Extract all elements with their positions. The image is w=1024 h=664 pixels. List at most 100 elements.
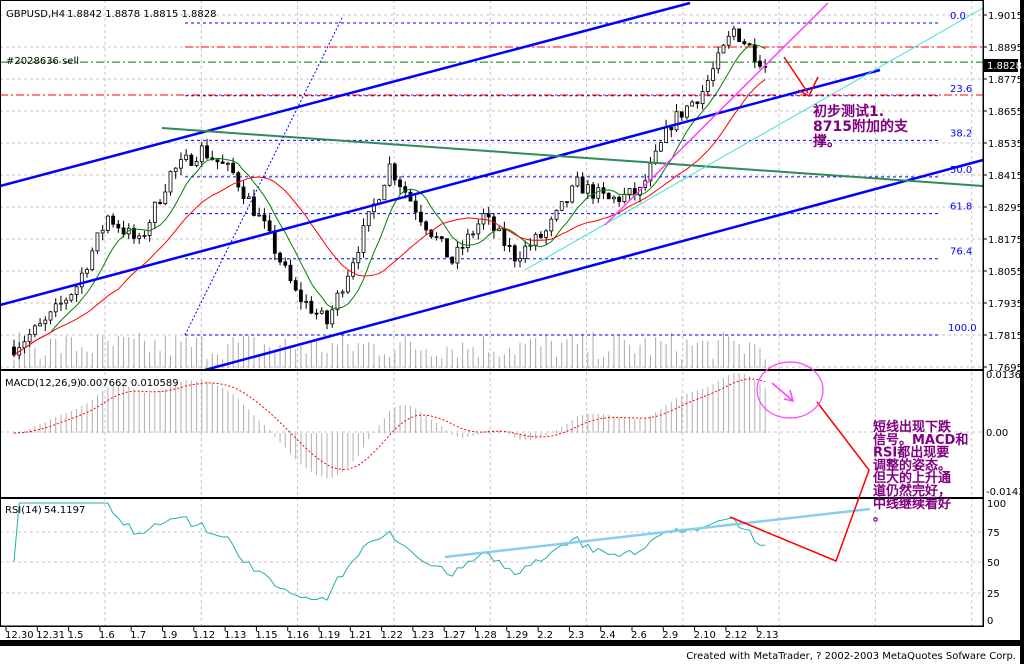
candle-body	[742, 41, 747, 45]
time-tick-label: 2.4	[600, 630, 616, 641]
candle-body	[418, 211, 423, 223]
candle-body	[262, 214, 267, 222]
candle-body	[179, 159, 183, 169]
candle-body	[121, 227, 126, 235]
candle-body	[319, 310, 324, 314]
candle-body	[236, 172, 241, 188]
candle-body	[596, 187, 601, 199]
candle-body	[685, 105, 689, 118]
candle-body	[241, 186, 246, 200]
time-tick-label: 1.29	[506, 630, 528, 641]
candle-body	[27, 333, 32, 343]
support-note-line: 8715附加的支	[813, 118, 909, 135]
time-tick-label: 1.19	[318, 630, 340, 641]
candle-body	[565, 201, 569, 203]
candle-body	[523, 245, 528, 260]
candle-body	[95, 232, 100, 252]
candle-body	[48, 311, 53, 321]
candle-body	[387, 163, 392, 186]
symbol-label: GBPUSD,H4	[6, 9, 65, 20]
candle-body	[700, 91, 705, 105]
fib-level-label: 100.0	[948, 323, 977, 334]
rsi-tick-label: 75	[987, 528, 1000, 539]
candle-body	[664, 126, 668, 143]
candle-body	[215, 159, 220, 163]
time-tick-label: 1.27	[443, 630, 465, 641]
candle-body	[732, 28, 736, 37]
time-tick-label: 1.23	[412, 630, 434, 641]
ohlc-values: 1.8842 1.8878 1.8815 1.8828	[67, 9, 217, 20]
fib-level-label: 0.0	[950, 11, 966, 22]
candle-body	[653, 150, 658, 164]
candle-body	[690, 101, 695, 107]
candle-body	[220, 161, 225, 164]
candle-body	[617, 196, 622, 203]
candle-body	[205, 145, 209, 159]
price-tick-label: 1.7815	[988, 331, 1023, 342]
candle-body	[752, 44, 757, 62]
price-tick-label: 1.9015	[988, 11, 1023, 22]
candle-body	[471, 233, 475, 236]
rsi-tick-label: 25	[987, 589, 1000, 600]
candle-body	[518, 258, 522, 262]
candle-body	[356, 252, 361, 264]
candle-body	[116, 223, 121, 229]
fib-level-label: 23.6	[950, 84, 972, 95]
candle-body	[74, 286, 79, 295]
candle-body	[152, 201, 157, 223]
candle-body	[314, 312, 319, 315]
time-tick-label: 1.16	[287, 630, 309, 641]
time-tick-label: 1.13	[224, 630, 246, 641]
time-tick-label: 1.15	[255, 630, 277, 641]
candle-body	[142, 235, 147, 237]
time-tick-label: 1.21	[349, 630, 371, 641]
candle-body	[194, 161, 199, 166]
price-tick-label: 1.8415	[988, 171, 1023, 182]
candle-body	[507, 245, 512, 247]
candle-body	[658, 142, 663, 152]
fib-level-label: 50.0	[950, 165, 972, 176]
time-tick-label: 2.10	[694, 630, 716, 641]
candle-body	[726, 35, 731, 46]
candle-body	[361, 225, 366, 253]
time-tick-label: 2.12	[725, 630, 747, 641]
candle-body	[304, 300, 309, 303]
candle-body	[246, 196, 251, 200]
candle-body	[455, 246, 460, 264]
candle-body	[22, 341, 27, 349]
rsi-tick-label: 50	[987, 558, 1000, 569]
price-tick-label: 1.8535	[988, 139, 1023, 150]
candle-body	[398, 179, 402, 188]
candle-body	[43, 319, 48, 325]
candle-body	[231, 162, 236, 174]
candle-body	[679, 111, 684, 118]
metatrader-chart[interactable]: 0.0 23.6 38.2 50.0 61.8 76.4 100.0 GBPUSD,H4 1…	[0, 0, 1024, 664]
fib-level-label: 38.2	[950, 128, 972, 139]
candle-body	[90, 250, 95, 271]
time-tick-label: 2.3	[568, 630, 584, 641]
candle-body	[460, 246, 465, 249]
candle-body	[288, 264, 293, 282]
candle-body	[340, 291, 345, 294]
candle-body	[137, 235, 142, 239]
candle-body	[100, 229, 105, 234]
candle-body	[272, 230, 277, 254]
candle-body	[382, 184, 387, 201]
candle-body	[267, 220, 272, 232]
candle-body	[413, 200, 418, 213]
macd-values: 0.007662 0.010589	[80, 378, 179, 389]
time-tick-label: 2.6	[631, 630, 647, 641]
candle-body	[758, 60, 762, 67]
support-note-line: 初步测试1.	[813, 103, 884, 120]
price-tick-label: 1.8895	[988, 43, 1023, 54]
rsi-label: RSI(14)	[5, 505, 42, 516]
order-label[interactable]: #2028636 sell	[6, 56, 79, 67]
macd-tick-label: -0.01433	[986, 487, 1024, 498]
candle-body	[225, 162, 230, 165]
candle-body	[283, 261, 288, 266]
candle-body	[309, 300, 314, 314]
rsi-tick-label: 100	[987, 499, 1006, 510]
candle-body	[612, 196, 616, 200]
rsi-value: 54.1197	[44, 505, 85, 516]
candle-body	[721, 44, 726, 54]
